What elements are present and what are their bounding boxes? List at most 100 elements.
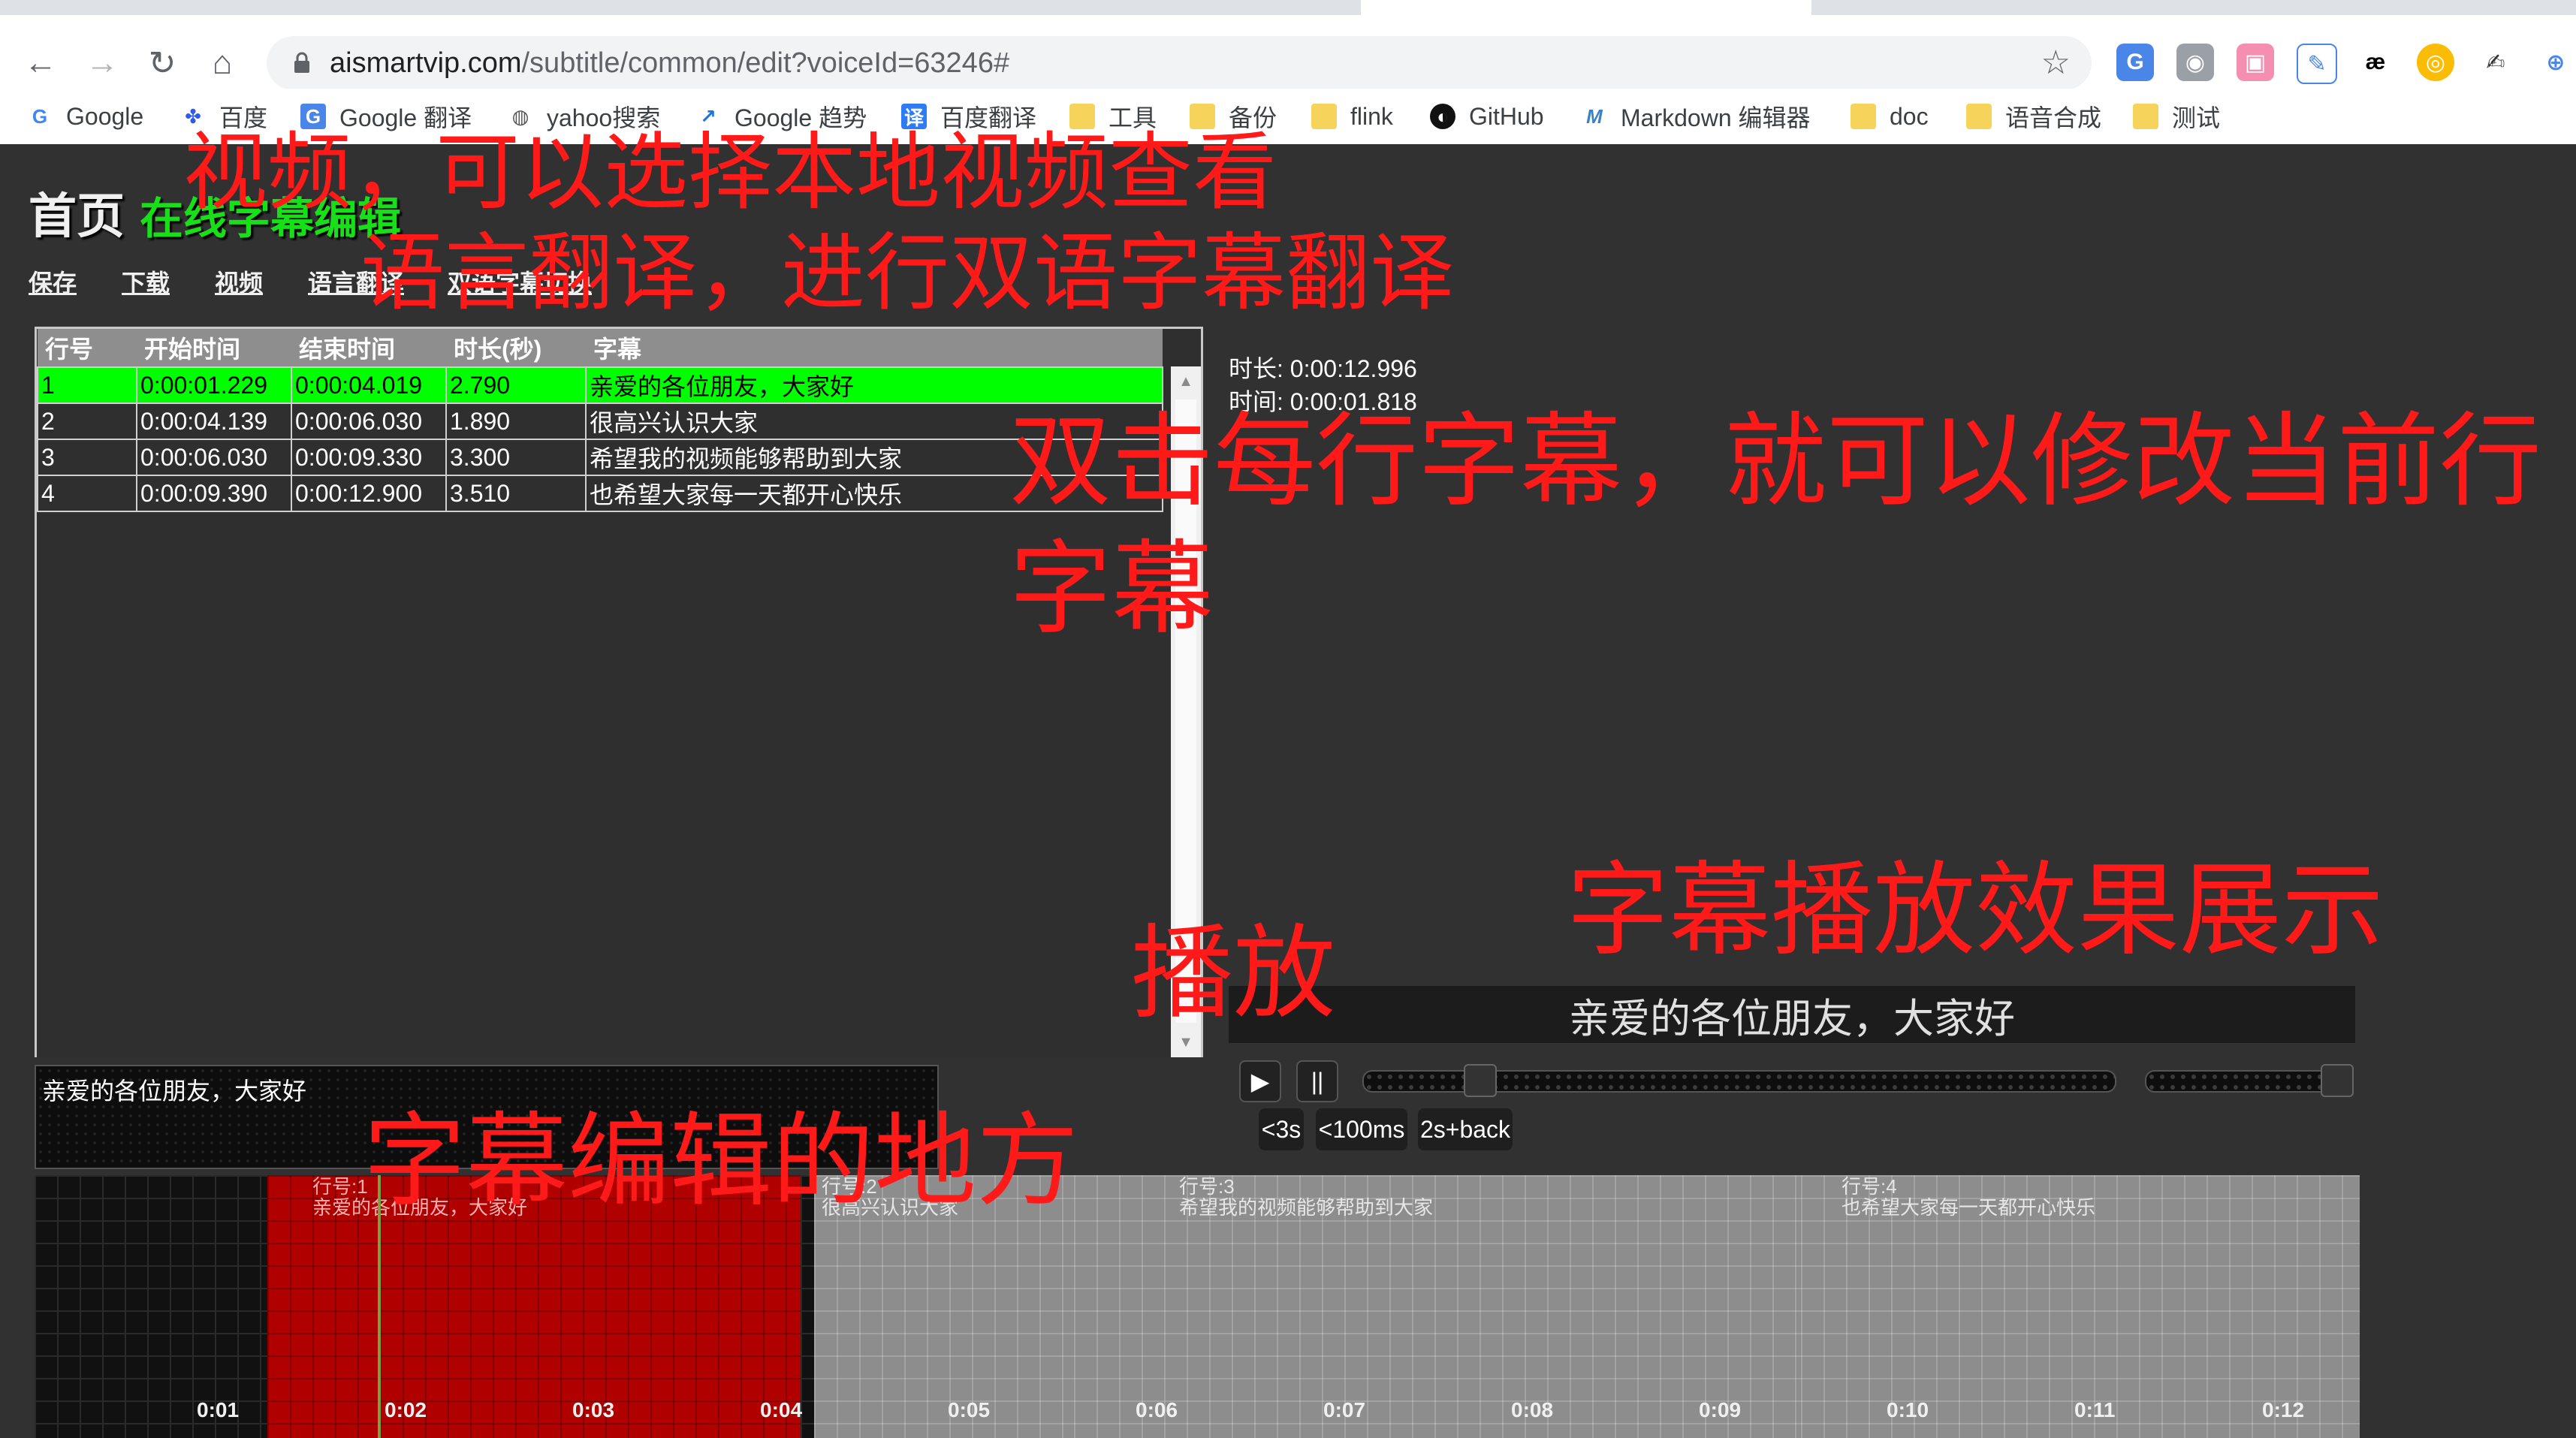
subtitle-cell[interactable]: 亲爱的各位朋友，大家好 bbox=[585, 366, 1163, 404]
ae-extension-icon[interactable]: æ bbox=[2357, 44, 2394, 81]
timeline-tick: 0:08 bbox=[1511, 1398, 1554, 1421]
segment-label: 行号:4 bbox=[1842, 1175, 1897, 1198]
duration-cell: 3.510 bbox=[445, 475, 587, 512]
subtitle-preview: 亲爱的各位朋友，大家好 bbox=[1229, 986, 2355, 1043]
duration-cell: 2.790 bbox=[445, 366, 587, 404]
volume-slider[interactable] bbox=[2145, 1070, 2351, 1093]
end-time-cell: 0:00:06.030 bbox=[291, 402, 447, 440]
segment-text: 希望我的视频能够帮助到大家 bbox=[1179, 1196, 1434, 1219]
end-time-cell: 0:00:09.330 bbox=[291, 439, 447, 476]
google-icon: G bbox=[32, 104, 48, 128]
active-tab[interactable] bbox=[1361, 0, 1811, 15]
home-link[interactable]: 首页 bbox=[29, 178, 125, 247]
start-time-cell: 0:00:06.030 bbox=[136, 439, 292, 476]
annotation-play: 播放 bbox=[1131, 916, 1335, 1030]
download-button[interactable]: 下载 bbox=[122, 264, 170, 299]
folder-icon bbox=[1851, 104, 1876, 129]
annotation-video: 视频，可以选择本地视频查看 bbox=[183, 125, 1277, 219]
segment-label: 行号:1 bbox=[312, 1175, 368, 1198]
scroll-up-icon[interactable]: ▲ bbox=[1171, 366, 1201, 396]
row-number-cell: 1 bbox=[37, 366, 137, 404]
browser-toolbar: ← → ↻ ⌂ aismartvip.com/subtitle/common/e… bbox=[0, 15, 2576, 98]
table-row[interactable]: 1 0:00:01.229 0:00:04.019 2.790 亲爱的各位朋友，… bbox=[37, 366, 1163, 404]
end-time-cell: 0:00:04.019 bbox=[291, 366, 447, 404]
bookmark-doc[interactable]: doc bbox=[1851, 98, 1929, 135]
forward-icon[interactable]: → bbox=[81, 42, 123, 84]
table-row[interactable]: 2 0:00:04.139 0:00:06.030 1.890 很高兴认识大家 bbox=[37, 402, 1163, 440]
bilibili-extension-icon[interactable]: ▣ bbox=[2237, 44, 2274, 81]
github-icon: ◐ bbox=[1430, 104, 1455, 129]
start-time-cell: 0:00:04.139 bbox=[136, 402, 292, 440]
folder-icon bbox=[2133, 104, 2158, 129]
back-100ms-button[interactable]: <100ms bbox=[1316, 1108, 1407, 1150]
column-header-start: 开始时间 bbox=[137, 329, 291, 367]
dictionary-extension-icon[interactable]: ✍ bbox=[2477, 44, 2514, 81]
table-row[interactable]: 4 0:00:09.390 0:00:12.900 3.510 也希望大家每一天… bbox=[37, 475, 1163, 512]
segment-label: 行号:3 bbox=[1179, 1175, 1235, 1198]
subtitle-table: 行号 开始时间 结束时间 时长(秒) 字幕 1 0:00:01.229 0:00… bbox=[37, 329, 1163, 512]
tab-strip bbox=[0, 0, 2576, 15]
row-number-cell: 3 bbox=[37, 439, 137, 476]
address-bar[interactable]: aismartvip.com/subtitle/common/edit?voic… bbox=[267, 36, 2092, 90]
folder-icon bbox=[1966, 104, 1992, 129]
save-button[interactable]: 保存 bbox=[29, 264, 77, 299]
row-number-cell: 4 bbox=[37, 475, 137, 512]
column-header-subtitle: 字幕 bbox=[586, 329, 1163, 367]
timeline-tick: 0:04 bbox=[760, 1398, 803, 1421]
reload-icon[interactable]: ↻ bbox=[141, 42, 183, 84]
table-row[interactable]: 3 0:00:06.030 0:00:09.330 3.300 希望我的视频能够… bbox=[37, 439, 1163, 476]
video-button[interactable]: 视频 bbox=[215, 264, 263, 299]
annotation-double-click: 双击每行字幕，就可以修改当前行 bbox=[1009, 404, 2541, 518]
timeline-tick: 0:02 bbox=[385, 1398, 427, 1421]
timeline-tick: 0:03 bbox=[572, 1398, 615, 1421]
bookmark-google[interactable]: G Google bbox=[27, 98, 143, 135]
start-time-cell: 0:00:01.229 bbox=[136, 366, 292, 404]
table-header-row: 行号 开始时间 结束时间 时长(秒) 字幕 bbox=[38, 329, 1163, 367]
timeline-tick: 0:09 bbox=[1699, 1398, 1742, 1421]
end-time-cell: 0:00:12.900 bbox=[291, 475, 447, 512]
bookmark-github[interactable]: ◐ GitHub bbox=[1430, 98, 1544, 135]
home-icon[interactable]: ⌂ bbox=[201, 42, 243, 84]
play-button[interactable]: ▶ bbox=[1239, 1060, 1281, 1102]
bookmark-markdown[interactable]: M Markdown 编辑器 bbox=[1582, 98, 1810, 135]
volume-slider-thumb[interactable] bbox=[2321, 1064, 2354, 1097]
annotation-preview: 字幕播放效果展示 bbox=[1567, 853, 2384, 967]
loop-2s-back-button[interactable]: 2s+back bbox=[1418, 1108, 1513, 1150]
start-time-cell: 0:00:09.390 bbox=[136, 475, 292, 512]
timeline-tick: 0:11 bbox=[2074, 1398, 2116, 1421]
timeline-tick: 0:10 bbox=[1887, 1398, 1929, 1421]
column-header-end: 结束时间 bbox=[291, 329, 446, 367]
bookmark-star-icon[interactable]: ☆ bbox=[2041, 44, 2071, 82]
camera-extension-icon[interactable]: ◉ bbox=[2176, 44, 2214, 81]
timeline-tick: 0:06 bbox=[1136, 1398, 1178, 1421]
bookmark-test[interactable]: 测试 bbox=[2133, 98, 2220, 135]
subtitle-edit-text: 亲爱的各位朋友，大家好 bbox=[42, 1078, 307, 1105]
chrome-extension-icon[interactable]: ◎ bbox=[2417, 44, 2454, 81]
bookmark-tts[interactable]: 语音合成 bbox=[1966, 98, 2101, 135]
translate-extension-icon[interactable]: G bbox=[2116, 44, 2154, 81]
back-3s-button[interactable]: <3s bbox=[1259, 1108, 1304, 1150]
folder-icon bbox=[1311, 104, 1337, 129]
timeline-tick: 0:01 bbox=[197, 1398, 240, 1421]
progress-slider-thumb[interactable] bbox=[1463, 1064, 1497, 1097]
annotation-translate: 语言翻译，进行双语字幕翻译 bbox=[360, 226, 1454, 320]
timeline-tick: 0:07 bbox=[1323, 1398, 1366, 1421]
url-text[interactable]: aismartvip.com/subtitle/common/edit?voic… bbox=[330, 47, 1009, 80]
feather-extension-icon[interactable]: ✎ bbox=[2297, 44, 2337, 84]
segment-text: 也希望大家每一天都开心快乐 bbox=[1842, 1196, 2096, 1219]
markdown-icon: M bbox=[1586, 104, 1603, 128]
annotation-double-click-2: 字幕 bbox=[1009, 532, 1214, 646]
row-number-cell: 2 bbox=[37, 402, 137, 440]
duration-cell: 3.300 bbox=[445, 439, 587, 476]
back-icon[interactable]: ← bbox=[20, 42, 62, 84]
globe-extension-icon[interactable]: ⊕ bbox=[2537, 44, 2574, 81]
column-header-duration: 时长(秒) bbox=[446, 329, 586, 367]
video-duration: 时长: 0:00:12.996 bbox=[1229, 355, 1417, 382]
duration-cell: 1.890 bbox=[445, 402, 587, 440]
timeline-tick: 0:12 bbox=[2262, 1398, 2305, 1421]
pause-button[interactable]: || bbox=[1296, 1060, 1338, 1102]
annotation-edit-area: 字幕编辑的地方 bbox=[363, 1104, 1078, 1218]
lock-icon bbox=[288, 47, 316, 80]
timeline-tick: 0:05 bbox=[948, 1398, 991, 1421]
bookmark-flink[interactable]: flink bbox=[1311, 98, 1393, 135]
